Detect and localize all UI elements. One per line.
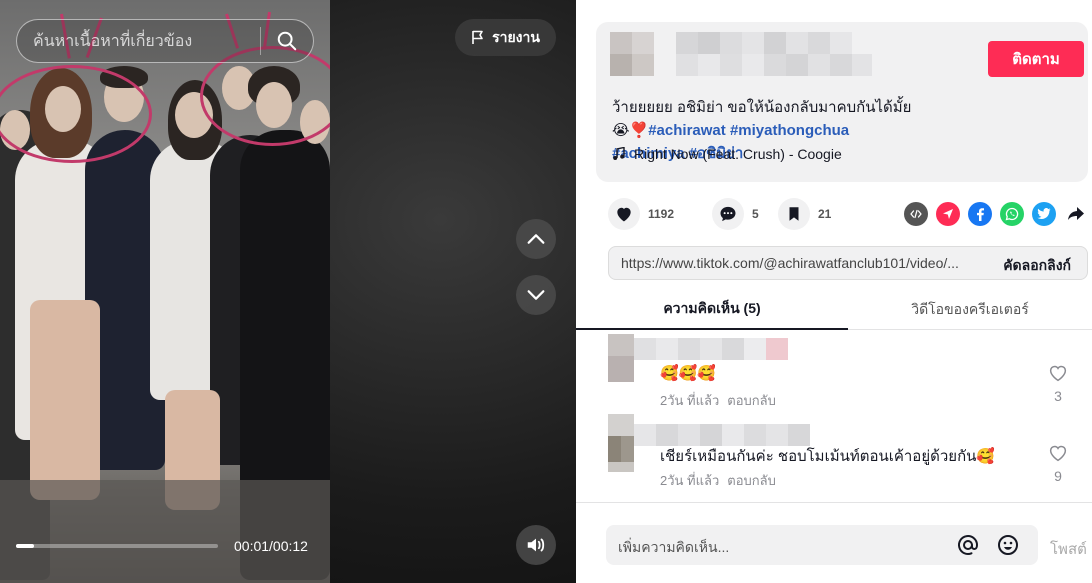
search-bar: ค้นหาเนื้อหาที่เกี่ยวข้อง [16, 19, 314, 63]
comment-input-placeholder: เพิ่มความคิดเห็น... [618, 539, 730, 555]
at-icon [958, 535, 979, 555]
hashtag-link[interactable]: #miyathongchua [730, 122, 849, 139]
flag-icon [472, 30, 483, 44]
previous-video-button[interactable] [516, 219, 556, 259]
author-info-pixelated[interactable] [610, 32, 872, 78]
like-count: 1192 [648, 207, 675, 221]
music-note-icon [613, 147, 625, 160]
hashtag-link[interactable]: #achirawat [648, 122, 726, 139]
action-bar: 1192 5 21 [596, 196, 1088, 232]
comment-time: 2วัน ที่แล้ว [660, 473, 720, 488]
follow-button[interactable]: ติดตาม [988, 41, 1084, 77]
comment-button[interactable]: 5 [712, 196, 759, 232]
facebook-icon[interactable] [968, 202, 992, 226]
like-button[interactable]: 1192 [608, 196, 674, 232]
heart-outline-icon [1049, 365, 1067, 382]
share-arrow-icon[interactable] [1064, 202, 1088, 226]
video-player[interactable]: ค้นหาเนื้อหาที่เกี่ยวข้อง รายงาน 00:01/0… [0, 0, 576, 583]
comment-text: 🥰🥰🥰 [660, 365, 717, 382]
embed-icon[interactable] [904, 202, 928, 226]
comment-icon [720, 206, 736, 222]
comment-like-count: 9 [1054, 468, 1062, 484]
video-link-box: https://www.tiktok.com/@achirawatfanclub… [608, 246, 1088, 280]
commenter-name-pixelated[interactable] [634, 338, 814, 360]
reply-button[interactable]: ตอบกลับ [727, 393, 776, 408]
video-progress-fill [16, 544, 35, 548]
save-button-circle [778, 198, 810, 230]
tab-comments[interactable]: ความคิดเห็น (5) [576, 290, 848, 330]
twitter-icon[interactable] [1032, 202, 1056, 226]
commenter-name-pixelated[interactable] [634, 418, 814, 446]
comment-like-count: 3 [1054, 388, 1062, 404]
comment-button-circle [712, 198, 744, 230]
music-title: Right Now (Feat. Crush) - Coogie [634, 146, 842, 162]
commenter-avatar-pixelated[interactable] [608, 414, 634, 472]
post-comment-button[interactable]: โพสต์ [1050, 537, 1087, 561]
video-url[interactable]: https://www.tiktok.com/@achirawatfanclub… [621, 255, 977, 271]
video-time: 00:01/00:12 [234, 538, 308, 554]
save-count: 21 [818, 207, 832, 221]
like-button-circle [608, 198, 640, 230]
comment-item: 🥰🥰🥰 2วัน ที่แล้ว ตอบกลับ 3 [576, 334, 1092, 414]
description-card: ติดตาม ว้ายยยยย อชิมิย่า ขอให้น้องกลับมา… [596, 22, 1088, 182]
tiktok-video-page: ค้นหาเนื้อหาที่เกี่ยวข้อง รายงาน 00:01/0… [0, 0, 1092, 583]
floor [0, 480, 330, 583]
speaker-icon [527, 538, 545, 552]
comment-time: 2วัน ที่แล้ว [660, 393, 720, 408]
bookmark-icon [789, 207, 799, 221]
volume-button[interactable] [516, 525, 556, 565]
chevron-down-icon [527, 290, 545, 300]
emoji-button[interactable] [996, 533, 1020, 562]
send-icon[interactable] [936, 202, 960, 226]
video-frame[interactable] [0, 0, 330, 583]
heart-icon [617, 207, 631, 222]
person-legs [30, 300, 100, 500]
comment-count: 5 [752, 207, 759, 221]
comment-tabs: ความคิดเห็น (5) วิดีโอของครีเอเตอร์ [576, 290, 1092, 330]
music-link[interactable]: Right Now (Feat. Crush) - Coogie [612, 146, 842, 162]
comment-like-button[interactable]: 3 [1048, 364, 1068, 404]
video-progress-bar[interactable] [16, 544, 218, 548]
comment-text: เชียร์เหมือนกันค่ะ ชอบโมเม้นท์ตอนเค้าอยู… [660, 448, 996, 465]
comment-like-button[interactable]: 9 [1048, 444, 1068, 484]
next-video-button[interactable] [516, 275, 556, 315]
search-button[interactable] [261, 20, 313, 62]
search-input[interactable]: ค้นหาเนื้อหาที่เกี่ยวข้อง [17, 20, 260, 62]
comment-composer: เพิ่มความคิดเห็น... โพสต์ [576, 502, 1092, 583]
emoji-icon [998, 535, 1018, 555]
comment-item: เชียร์เหมือนกันค่ะ ชอบโมเม้นท์ตอนเค้าอยู… [576, 414, 1092, 494]
report-label: รายงาน [492, 28, 540, 45]
report-button[interactable]: รายงาน [455, 19, 556, 56]
tab-creator-videos[interactable]: วิดีโอของครีเอเตอร์ [848, 290, 1092, 330]
save-button[interactable]: 21 [778, 196, 831, 232]
whatsapp-icon[interactable] [1000, 202, 1024, 226]
search-icon [277, 31, 297, 51]
video-info-panel: ติดตาม ว้ายยยยย อชิมิย่า ขอให้น้องกลับมา… [576, 0, 1092, 583]
chevron-up-icon [527, 234, 545, 244]
comment-input[interactable]: เพิ่มความคิดเห็น... [606, 525, 1038, 565]
commenter-avatar-pixelated[interactable] [608, 334, 634, 390]
heart-outline-icon [1049, 445, 1067, 462]
mention-button[interactable] [956, 533, 980, 562]
reply-button[interactable]: ตอบกลับ [727, 473, 776, 488]
copy-link-button[interactable]: คัดลอกลิงก์ [1003, 255, 1071, 277]
comment-meta: 2วัน ที่แล้ว ตอบกลับ [660, 390, 776, 411]
comment-meta: 2วัน ที่แล้ว ตอบกลับ [660, 470, 776, 491]
